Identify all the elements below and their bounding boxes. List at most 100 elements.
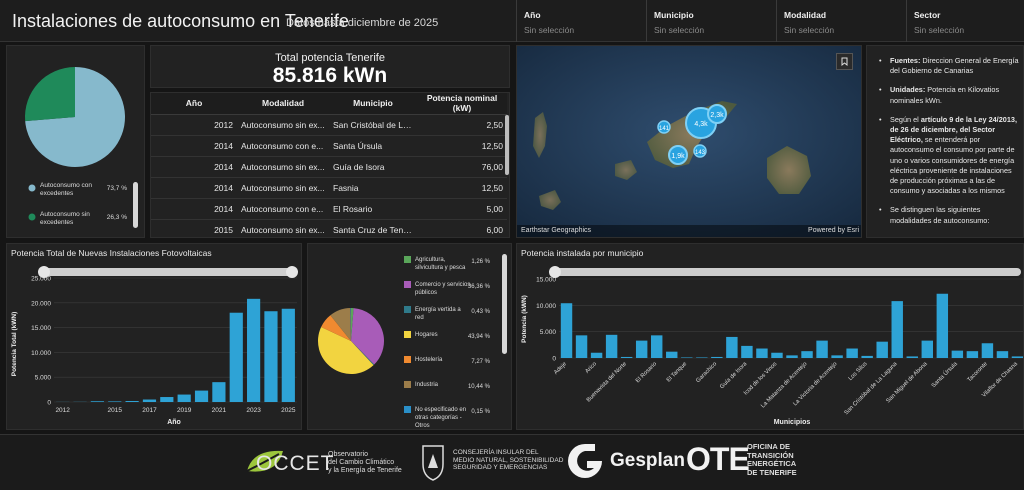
legend-label: Agricultura,	[415, 257, 446, 263]
total-power-value: 85.816 kWn	[272, 64, 388, 87]
filter-year[interactable]: Año Sin selección	[516, 0, 646, 42]
table-row[interactable]: 2012 Autoconsumo sin ex... San Cristóbal d…	[151, 114, 507, 136]
slider-handle-start[interactable]	[549, 266, 561, 278]
pie-slice	[25, 67, 76, 122]
table-cell: Guía de Isora	[329, 156, 417, 178]
bookmark-button[interactable]	[836, 53, 853, 70]
legend-swatch	[404, 406, 411, 413]
x-tick-label: 2015	[108, 407, 123, 414]
y-tick-label: 20.000	[31, 300, 51, 307]
gesplan-logo-mark	[568, 444, 602, 478]
bar	[194, 390, 209, 402]
slider-handle-start[interactable]	[38, 266, 50, 278]
bar	[951, 350, 964, 358]
y-axis-label: Potencia (kWN)	[521, 295, 528, 343]
footer-logos: OCCET Observatorio del Cambio Climático y …	[0, 434, 1024, 490]
consejeria-text: CONSEJERÍA INSULAR DEL MEDIO NATURAL, SOS…	[453, 449, 564, 471]
cluster-label: 141	[659, 126, 670, 132]
info-law: Según el artículo 9 de la Ley 24/2013, d…	[877, 115, 1019, 197]
y-tick-label: 5.000	[35, 375, 52, 382]
y-axis-label: Potencia Total (kWN)	[11, 312, 18, 377]
bar	[726, 336, 738, 358]
info-sources: Fuentes: Direccion General de Energía de…	[877, 56, 1019, 76]
x-tick-label: Guía de Isora	[719, 361, 749, 391]
occet-subtitle: Observatorio del Cambio Climático y la Ene…	[328, 451, 402, 474]
filter-value: Sin selección	[654, 25, 705, 35]
table-row[interactable]: 2014 Autoconsumo sin ex... Guía de Isora 76…	[151, 156, 507, 178]
filter-value: Sin selección	[914, 25, 965, 35]
legend-swatch	[404, 331, 411, 338]
table-row[interactable]: 2014 Autoconsumo con e... El Rosario 5,00	[151, 198, 507, 220]
slider-handle-end[interactable]	[286, 266, 298, 278]
bar	[771, 352, 783, 358]
bar	[861, 355, 873, 358]
bar	[560, 303, 573, 358]
x-tick-label: Tacoronte	[967, 361, 989, 383]
legend-label: Otros	[415, 423, 430, 429]
bar	[936, 293, 949, 358]
bar	[620, 356, 633, 358]
cluster-label: 2,3k	[710, 112, 724, 119]
filter-modality[interactable]: Modalidad Sin selección	[776, 0, 906, 42]
bar	[921, 340, 934, 358]
legend-value: 26,3 %	[107, 214, 127, 221]
filter-sector[interactable]: Sector Sin selección	[906, 0, 1024, 42]
cluster-label: 4,3k	[694, 121, 708, 128]
filter-label: Municipio	[654, 10, 694, 20]
legend-value: 36,36 %	[468, 284, 491, 290]
total-power-card: Total potencia Tenerife 85.816 kWn	[150, 45, 510, 88]
y-tick-label: 5.000	[540, 329, 557, 336]
data-table: Año Modalidad Municipio Potencia nominal…	[151, 93, 507, 237]
bar	[981, 343, 994, 358]
legend-scrollbar[interactable]	[502, 254, 507, 354]
municipality-range-slider[interactable]	[549, 266, 1021, 278]
legend-value: 0,43 %	[471, 309, 490, 315]
table-row[interactable]: 2014 Autoconsumo sin ex... Fasnia 12,50	[151, 177, 507, 199]
filter-value: Sin selección	[524, 25, 575, 35]
bar	[229, 312, 243, 402]
x-tick-label: Adeje	[553, 361, 568, 376]
table-cell: 6,00	[417, 219, 507, 237]
table-cell: 2,50	[417, 114, 507, 136]
bar	[177, 394, 191, 402]
column-header-modality[interactable]: Modalidad	[237, 93, 329, 115]
legend-swatch	[28, 213, 36, 221]
filter-label: Año	[524, 10, 541, 20]
table-cell: Autoconsumo con e...	[237, 135, 329, 157]
table-cell: Autoconsumo sin ex...	[237, 156, 329, 178]
x-tick-label: Los Silos	[848, 361, 869, 382]
column-header-power[interactable]: Potencia nominal (kW)	[417, 93, 507, 115]
tenerife-map[interactable]: 4,3k 2,3k 141 1,9k 143 Earthstar Geograp…	[516, 45, 862, 238]
bar	[635, 340, 648, 358]
info-panel: Fuentes: Direccion General de Energía de…	[866, 45, 1024, 238]
bar	[696, 357, 708, 358]
legend-label: Comercio y servicios	[415, 282, 470, 288]
table-scrollbar[interactable]	[505, 115, 509, 175]
legend-swatch	[404, 306, 411, 313]
chart-title: Potencia instalada por municipio	[521, 248, 644, 258]
legend-value: 0,15 %	[471, 409, 490, 415]
bar	[142, 399, 157, 402]
table-cell: 2014	[151, 156, 237, 178]
column-header-municipality[interactable]: Municipio	[329, 93, 417, 115]
gesplan-logo-text: Gesplan	[610, 450, 685, 471]
bar	[876, 341, 888, 358]
legend-swatch	[404, 381, 411, 388]
map-canvas[interactable]: 4,3k 2,3k 141 1,9k 143	[517, 46, 862, 238]
table-cell: Autoconsumo sin ex...	[237, 177, 329, 199]
filter-municipality[interactable]: Municipio Sin selección	[646, 0, 776, 42]
column-header-year[interactable]: Año	[151, 93, 237, 115]
bar	[711, 356, 723, 358]
table-cell: 2014	[151, 177, 237, 199]
bar	[906, 356, 918, 358]
year-range-slider[interactable]	[38, 266, 298, 278]
bar	[160, 397, 174, 402]
bar	[575, 335, 588, 358]
bar	[891, 301, 903, 358]
esri-credit: Powered by Esri	[808, 227, 859, 234]
bar	[681, 357, 693, 358]
table-row[interactable]: 2015 Autoconsumo sin ex... Santa Cruz de T…	[151, 219, 507, 237]
table-row[interactable]: 2014 Autoconsumo con e... Santa Úrsula 12,5…	[151, 135, 507, 157]
table-cell: Fasnia	[329, 177, 417, 199]
legend-scrollbar[interactable]	[133, 182, 138, 228]
